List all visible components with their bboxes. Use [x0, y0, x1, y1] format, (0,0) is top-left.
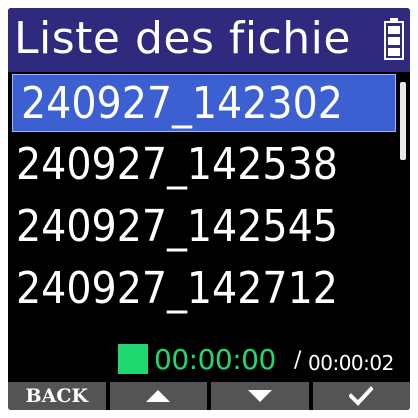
- file-list-item-selected[interactable]: 240927_142302: [12, 74, 396, 132]
- playback-status: 00:00:00 / 00:00:02: [118, 342, 410, 378]
- time-separator: /: [294, 348, 302, 373]
- arrow-down-icon: [247, 390, 272, 402]
- file-name: 240927_142712: [16, 263, 338, 314]
- stop-square-icon: [118, 344, 148, 374]
- arrow-up-icon: [146, 390, 171, 402]
- up-button[interactable]: [109, 382, 207, 410]
- current-time: 00:00:00: [154, 343, 276, 376]
- battery-icon: [384, 18, 404, 60]
- checkmark-icon: [349, 386, 374, 406]
- back-button[interactable]: BACK: [8, 382, 106, 410]
- ok-button[interactable]: [312, 382, 410, 410]
- file-name: 240927_142302: [21, 78, 343, 129]
- softkey-bar: BACK: [8, 382, 410, 410]
- down-button[interactable]: [211, 382, 309, 410]
- file-name: 240927_142538: [16, 139, 338, 190]
- file-list-item[interactable]: 240927_142538: [8, 136, 400, 194]
- file-name: 240927_142545: [16, 201, 338, 252]
- total-time: 00:00:02: [308, 351, 394, 375]
- scrollbar-thumb[interactable]: [400, 82, 406, 160]
- title-bar: Liste des fichie: [8, 8, 410, 72]
- file-list-item[interactable]: 240927_142545: [8, 198, 400, 256]
- page-title: Liste des fichie: [14, 13, 351, 64]
- file-list: 240927_142302 240927_142538 240927_14254…: [8, 74, 400, 322]
- device-screen: Liste des fichie 240927_142302 240927_14…: [8, 8, 410, 410]
- file-list-item[interactable]: 240927_142712: [8, 260, 400, 318]
- back-button-label: BACK: [25, 385, 88, 407]
